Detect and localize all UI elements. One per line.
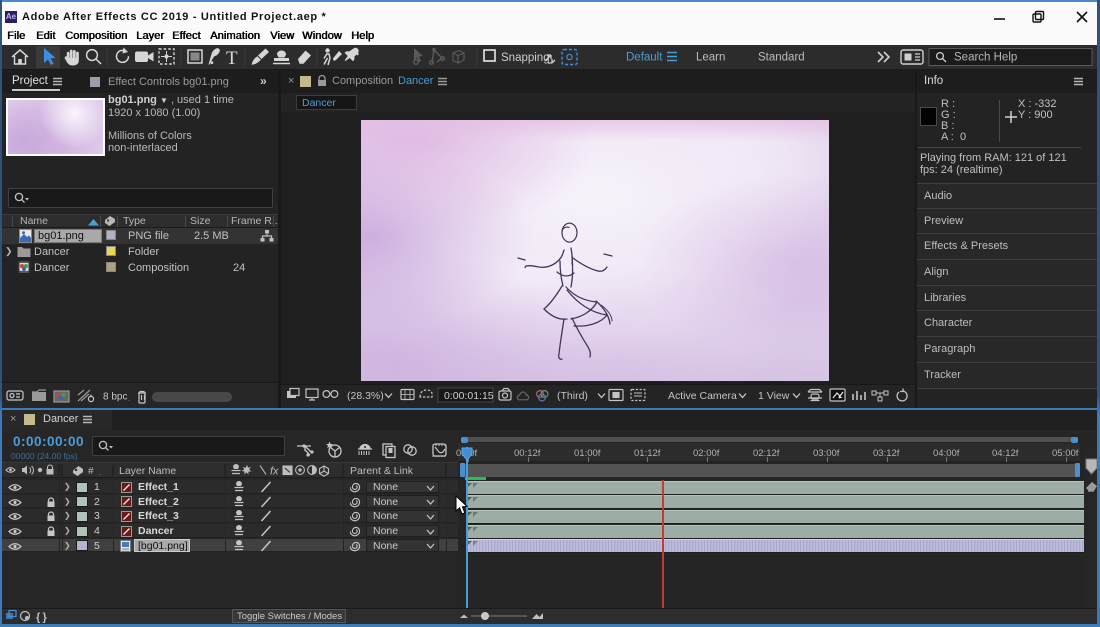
- svg-text:1 View: 1 View: [758, 390, 790, 402]
- svg-text:(28.3%): (28.3%): [347, 390, 384, 402]
- svg-text:{ }: { }: [36, 612, 47, 624]
- svg-text:Default: Default: [626, 52, 663, 64]
- svg-text:#: #: [88, 466, 94, 477]
- svg-text:Layer Name: Layer Name: [119, 465, 176, 477]
- svg-text:Parent & Link: Parent & Link: [350, 465, 414, 477]
- svg-text:Learn: Learn: [696, 52, 725, 64]
- svg-text:Standard: Standard: [758, 52, 805, 64]
- svg-text:0:00:01:15: 0:00:01:15: [444, 390, 494, 402]
- svg-text:.: .: [128, 394, 130, 403]
- svg-text:(Third): (Third): [557, 390, 588, 402]
- svg-text:T: T: [226, 48, 238, 69]
- svg-text:Active Camera: Active Camera: [668, 390, 737, 402]
- svg-text:Search Help: Search Help: [954, 52, 1017, 64]
- svg-text:8 bpc: 8 bpc: [103, 392, 127, 403]
- svg-text:.: .: [99, 467, 102, 477]
- svg-text:fx: fx: [270, 466, 279, 478]
- svg-text:Snapping: Snapping: [501, 52, 550, 64]
